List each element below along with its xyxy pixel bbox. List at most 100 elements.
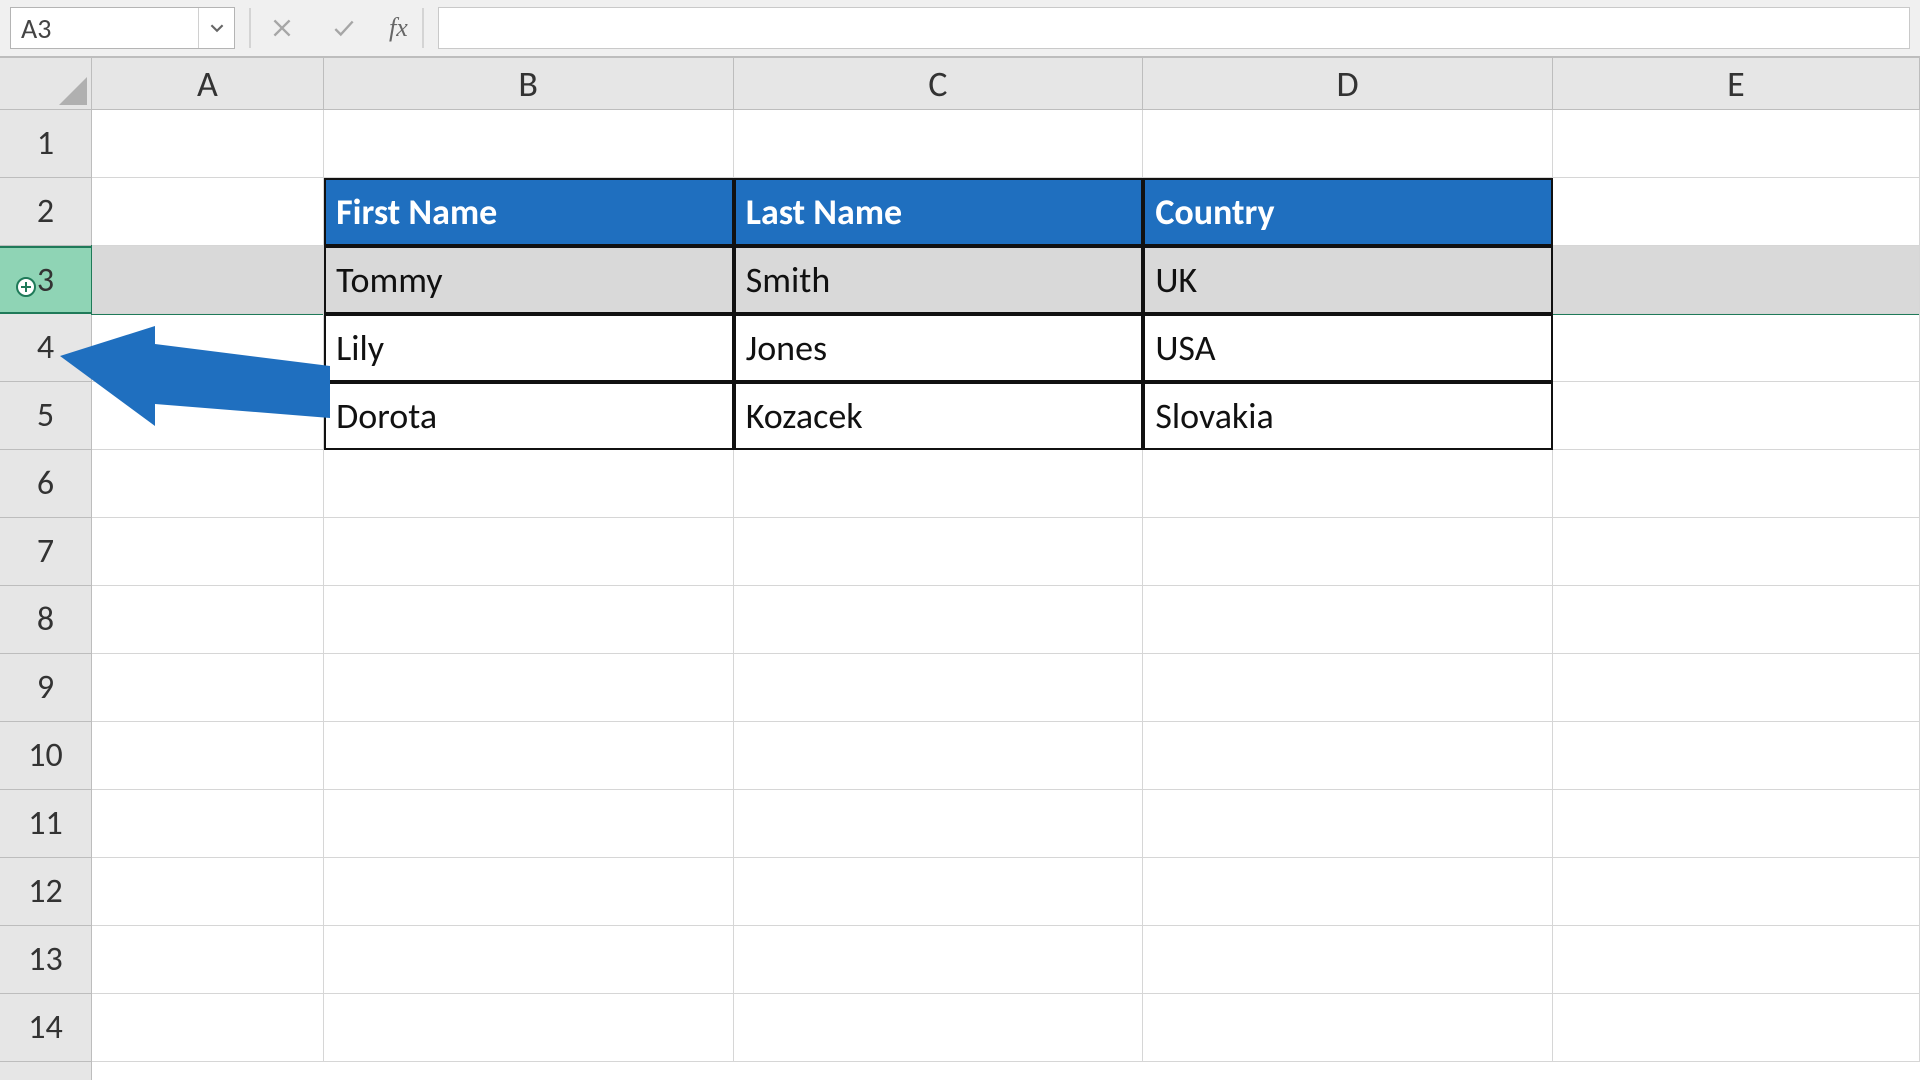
- cell-D3[interactable]: UK: [1143, 246, 1553, 314]
- row-header-14[interactable]: 14: [0, 994, 91, 1062]
- cell-A12[interactable]: [92, 858, 324, 926]
- cell-E5[interactable]: [1553, 382, 1920, 450]
- row-header-7[interactable]: 7: [0, 518, 91, 586]
- cell-E2[interactable]: [1553, 178, 1920, 246]
- column-header-B[interactable]: B: [324, 58, 734, 109]
- row-header-13[interactable]: 13: [0, 926, 91, 994]
- cell-A10[interactable]: [92, 722, 324, 790]
- cell-A9[interactable]: [92, 654, 324, 722]
- cell-B7[interactable]: [324, 518, 734, 586]
- cell-C11[interactable]: [734, 790, 1144, 858]
- cell-B13[interactable]: [324, 926, 734, 994]
- cell-grid[interactable]: First NameLast NameCountryTommySmithUKLi…: [92, 110, 1920, 1080]
- row-header-8[interactable]: 8: [0, 586, 91, 654]
- column-header-A[interactable]: A: [92, 58, 324, 109]
- name-box[interactable]: A3: [10, 7, 235, 49]
- cell-E11[interactable]: [1553, 790, 1920, 858]
- cell-C6[interactable]: [734, 450, 1144, 518]
- cell-A3[interactable]: [92, 246, 324, 314]
- row-header-4[interactable]: 4: [0, 314, 91, 382]
- cell-B8[interactable]: [324, 586, 734, 654]
- cell-D6[interactable]: [1143, 450, 1553, 518]
- cell-A13[interactable]: [92, 926, 324, 994]
- cell-B5[interactable]: Dorota: [324, 382, 734, 450]
- cell-B6[interactable]: [324, 450, 734, 518]
- cell-B14[interactable]: [324, 994, 734, 1062]
- formula-input[interactable]: [438, 7, 1910, 49]
- cell-C5[interactable]: Kozacek: [734, 382, 1144, 450]
- grid-row: First NameLast NameCountry: [92, 178, 1920, 246]
- cell-C1[interactable]: [734, 110, 1144, 178]
- name-box-value[interactable]: A3: [11, 8, 198, 48]
- cell-A4[interactable]: [92, 314, 324, 382]
- cell-D12[interactable]: [1143, 858, 1553, 926]
- cell-C9[interactable]: [734, 654, 1144, 722]
- cell-C14[interactable]: [734, 994, 1144, 1062]
- row-header-5[interactable]: 5: [0, 382, 91, 450]
- cell-C8[interactable]: [734, 586, 1144, 654]
- cell-B3[interactable]: Tommy: [324, 246, 734, 314]
- cell-E14[interactable]: [1553, 994, 1920, 1062]
- row-header-10[interactable]: 10: [0, 722, 91, 790]
- row-header-1[interactable]: 1: [0, 110, 91, 178]
- cell-E8[interactable]: [1553, 586, 1920, 654]
- row-header-11[interactable]: 11: [0, 790, 91, 858]
- cell-D1[interactable]: [1143, 110, 1553, 178]
- cell-E13[interactable]: [1553, 926, 1920, 994]
- cell-E12[interactable]: [1553, 858, 1920, 926]
- column-header-C[interactable]: C: [734, 58, 1144, 109]
- name-box-dropdown[interactable]: [198, 8, 234, 48]
- cell-D10[interactable]: [1143, 722, 1553, 790]
- cell-B11[interactable]: [324, 790, 734, 858]
- column-header-D[interactable]: D: [1143, 58, 1553, 109]
- cancel-icon[interactable]: [265, 11, 299, 45]
- row-header-2[interactable]: 2: [0, 178, 91, 246]
- row-header-9[interactable]: 9: [0, 654, 91, 722]
- cell-A1[interactable]: [92, 110, 324, 178]
- cell-B12[interactable]: [324, 858, 734, 926]
- cell-D9[interactable]: [1143, 654, 1553, 722]
- cell-D8[interactable]: [1143, 586, 1553, 654]
- cell-E4[interactable]: [1553, 314, 1920, 382]
- enter-icon[interactable]: [327, 11, 361, 45]
- cell-B10[interactable]: [324, 722, 734, 790]
- cell-D13[interactable]: [1143, 926, 1553, 994]
- cell-E7[interactable]: [1553, 518, 1920, 586]
- cell-A2[interactable]: [92, 178, 324, 246]
- cell-D5[interactable]: Slovakia: [1143, 382, 1553, 450]
- cell-E10[interactable]: [1553, 722, 1920, 790]
- cell-C13[interactable]: [734, 926, 1144, 994]
- column-header-E[interactable]: E: [1553, 58, 1920, 109]
- cell-C4[interactable]: Jones: [734, 314, 1144, 382]
- cell-D2[interactable]: Country: [1143, 178, 1553, 246]
- cell-D4[interactable]: USA: [1143, 314, 1553, 382]
- cell-E6[interactable]: [1553, 450, 1920, 518]
- cell-A5[interactable]: [92, 382, 324, 450]
- fx-icon[interactable]: fx: [389, 13, 408, 43]
- cell-B4[interactable]: Lily: [324, 314, 734, 382]
- cell-A11[interactable]: [92, 790, 324, 858]
- cell-D11[interactable]: [1143, 790, 1553, 858]
- cell-C10[interactable]: [734, 722, 1144, 790]
- cell-E1[interactable]: [1553, 110, 1920, 178]
- cell-C2[interactable]: Last Name: [734, 178, 1144, 246]
- cell-D14[interactable]: [1143, 994, 1553, 1062]
- cell-D7[interactable]: [1143, 518, 1553, 586]
- cell-B2[interactable]: First Name: [324, 178, 734, 246]
- row-header-12[interactable]: 12: [0, 858, 91, 926]
- row-header-6[interactable]: 6: [0, 450, 91, 518]
- cell-C12[interactable]: [734, 858, 1144, 926]
- cell-A7[interactable]: [92, 518, 324, 586]
- cell-E9[interactable]: [1553, 654, 1920, 722]
- cell-A8[interactable]: [92, 586, 324, 654]
- cell-A6[interactable]: [92, 450, 324, 518]
- cell-B1[interactable]: [324, 110, 734, 178]
- row-header-3[interactable]: 3: [0, 246, 91, 314]
- grid-row: [92, 450, 1920, 518]
- cell-C7[interactable]: [734, 518, 1144, 586]
- cell-C3[interactable]: Smith: [734, 246, 1144, 314]
- cell-A14[interactable]: [92, 994, 324, 1062]
- select-all-corner[interactable]: [0, 58, 92, 110]
- cell-E3[interactable]: [1553, 246, 1920, 314]
- cell-B9[interactable]: [324, 654, 734, 722]
